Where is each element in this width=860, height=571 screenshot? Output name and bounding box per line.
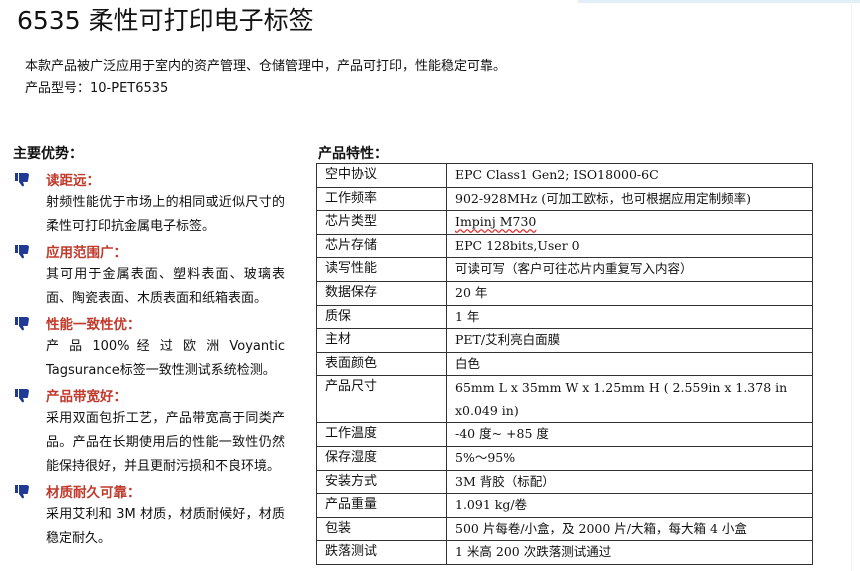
thumbs-down-hand-icon xyxy=(13,243,33,259)
spec-key: 表面颜色 xyxy=(316,351,447,377)
spec-key: 芯片存储 xyxy=(316,233,447,259)
table-row: 产品尺寸 65mm L x 35mm W x 1.25mm H ( 2.559in… xyxy=(316,375,813,424)
thumbs-down-hand-icon xyxy=(13,171,33,187)
page-title: 6535 柔性可打印电子标签 xyxy=(17,6,314,35)
spec-value: 500 片每卷/小盒，及 2000 片/大箱，每大箱 4 小盒 xyxy=(446,516,813,542)
table-row: 读写性能 可读可写（客户可往芯片内重复写入内容） xyxy=(316,257,813,282)
spec-value: 3M 背胶（标配） xyxy=(446,469,813,495)
spec-key: 工作温度 xyxy=(316,422,447,447)
spec-key: 安装方式 xyxy=(316,469,447,495)
spec-value: 1 年 xyxy=(446,304,813,330)
advantage-item: 性能一致性优： 产 品 100% 经 过 欧 洲 Voyantic Tagsur… xyxy=(13,311,285,383)
top-accent-bar xyxy=(578,0,860,3)
table-row: 空中协议 EPC Class1 Gen2; ISO18000-6C xyxy=(316,163,813,188)
page-edge-rule xyxy=(851,0,852,571)
spec-key: 芯片类型 xyxy=(316,210,447,235)
table-row: 芯片类型 Impinj M730 xyxy=(316,210,813,235)
spec-key: 读写性能 xyxy=(316,257,447,282)
spec-key: 质保 xyxy=(316,304,447,330)
spec-key: 产品重量 xyxy=(316,493,447,518)
spec-key: 主材 xyxy=(316,328,447,353)
table-row: 包装 500 片每卷/小盒，及 2000 片/大箱，每大箱 4 小盒 xyxy=(316,516,813,542)
table-row: 保存湿度 5%～95% xyxy=(316,445,813,471)
table-row: 工作温度 -40 度~ +85 度 xyxy=(316,422,813,447)
thumbs-down-hand-icon xyxy=(13,315,33,331)
table-row: 质保 1 年 xyxy=(316,304,813,330)
table-row: 芯片存储 EPC 128bits,User 0 xyxy=(316,233,813,259)
advantage-desc: 采用双面包折工艺，产品带宽高于同类产品。产品在长期使用后的性能一致性仍然能保持很… xyxy=(46,411,285,474)
intro-description: 本款产品被广泛应用于室内的资产管理、仓储管理中，产品可打印，性能稳定可靠。 xyxy=(25,59,507,74)
advantage-desc: 产 品 100% 经 过 欧 洲 Voyantic Tagsurance标签一致… xyxy=(46,339,285,378)
table-row: 跌落测试 1 米高 200 次跌落测试通过 xyxy=(316,540,813,565)
intro: 本款产品被广泛应用于室内的资产管理、仓储管理中，产品可打印，性能稳定可靠。 产品… xyxy=(25,56,506,100)
spec-value: EPC Class1 Gen2; ISO18000-6C xyxy=(446,163,813,188)
advantage-item: 读距远： 射频性能优于市场上的相同或近似尺寸的柔性可打印抗金属电子标签。 xyxy=(13,167,285,239)
thumbs-down-hand-icon xyxy=(13,387,33,403)
advantage-label: 产品带宽好： xyxy=(46,389,127,405)
spec-key: 数据保存 xyxy=(316,280,447,306)
spec-key: 包装 xyxy=(316,516,447,542)
table-row: 主材 PET/艾利亮白面膜 xyxy=(316,328,813,353)
spec-value: 5%～95% xyxy=(446,445,813,471)
table-row: 表面颜色 白色 xyxy=(316,351,813,377)
product-model: 产品型号：10-PET6535 xyxy=(25,81,169,96)
spec-value: 可读可写（客户可往芯片内重复写入内容） xyxy=(446,257,813,282)
spec-key: 保存湿度 xyxy=(316,445,447,471)
advantages-heading: 主要优势： xyxy=(13,146,83,162)
spec-key: 空中协议 xyxy=(316,163,447,188)
spec-key: 跌落测试 xyxy=(316,540,447,565)
spec-value: 65mm L x 35mm W x 1.25mm H ( 2.559in x 1… xyxy=(446,375,813,424)
advantage-label: 性能一致性优： xyxy=(46,317,141,333)
specs-heading: 产品特性： xyxy=(318,146,388,162)
spec-value: EPC 128bits,User 0 xyxy=(446,233,813,259)
table-row: 数据保存 20 年 xyxy=(316,280,813,306)
spec-value: Impinj M730 xyxy=(446,210,813,235)
advantage-label: 应用范围广： xyxy=(46,245,127,261)
spec-value: 白色 xyxy=(446,351,813,377)
advantage-item: 应用范围广： 其可用于金属表面、塑料表面、玻璃表面、陶瓷表面、木质表面和纸箱表面… xyxy=(13,239,285,311)
spec-value: 20 年 xyxy=(446,280,813,306)
advantage-item: 产品带宽好： 采用双面包折工艺，产品带宽高于同类产品。产品在长期使用后的性能一致… xyxy=(13,383,285,479)
advantage-desc: 其可用于金属表面、塑料表面、玻璃表面、陶瓷表面、木质表面和纸箱表面。 xyxy=(46,267,285,306)
spec-key: 产品尺寸 xyxy=(316,375,447,424)
advantage-item: 材质耐久可靠： 采用艾利和 3M 材质，材质耐候好，材质稳定耐久。 xyxy=(13,479,285,551)
specs-table: 空中协议 EPC Class1 Gen2; ISO18000-6C 工作频率 902… xyxy=(316,163,813,565)
thumbs-down-hand-icon xyxy=(13,483,33,499)
advantage-label: 读距远： xyxy=(46,173,100,189)
advantage-desc: 采用艾利和 3M 材质，材质耐候好，材质稳定耐久。 xyxy=(46,507,285,546)
spec-value: PET/艾利亮白面膜 xyxy=(446,328,813,353)
table-row: 产品重量 1.091 kg/卷 xyxy=(316,493,813,518)
table-row: 工作频率 902-928MHz (可加工欧标，也可根据应用定制频率) xyxy=(316,186,813,212)
advantages-section: 主要优势： 读距远： 射频性能优于市场上的相同或近似尺寸的柔性可打印抗金属电子标… xyxy=(13,143,285,551)
spec-value: 1.091 kg/卷 xyxy=(446,493,813,518)
advantage-desc: 射频性能优于市场上的相同或近似尺寸的柔性可打印抗金属电子标签。 xyxy=(46,195,285,234)
spec-key: 工作频率 xyxy=(316,186,447,212)
spec-value: 902-928MHz (可加工欧标，也可根据应用定制频率) xyxy=(446,186,813,212)
table-row: 安装方式 3M 背胶（标配） xyxy=(316,469,813,495)
spec-value-text: Impinj M730 xyxy=(455,214,537,230)
advantage-label: 材质耐久可靠： xyxy=(46,485,141,501)
spec-value: 1 米高 200 次跌落测试通过 xyxy=(446,540,813,565)
spec-value: -40 度~ +85 度 xyxy=(446,422,813,447)
